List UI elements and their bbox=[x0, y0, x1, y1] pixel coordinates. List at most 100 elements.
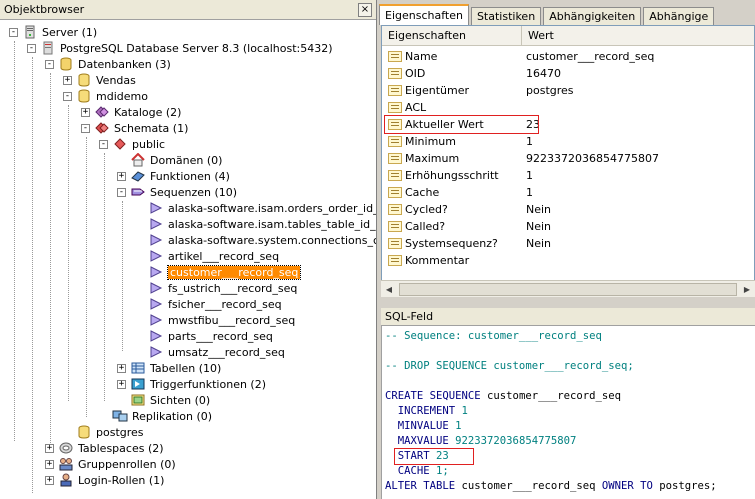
property-name: Kommentar bbox=[405, 254, 470, 267]
tree-node[interactable]: parts___record_seq bbox=[148, 328, 273, 344]
property-name-cell: Systemsequenz? bbox=[382, 237, 522, 250]
column-header-value[interactable]: Wert bbox=[522, 26, 753, 45]
tree-node[interactable]: + Funktionen (4) bbox=[117, 168, 230, 184]
start-highlight-box bbox=[394, 448, 474, 465]
tree-node[interactable]: artikel___record_seq bbox=[148, 248, 279, 264]
tree-node[interactable]: + Vendas bbox=[63, 72, 136, 88]
current-value-highlight-box bbox=[384, 115, 539, 134]
tree-node[interactable]: Domänen (0) bbox=[130, 152, 222, 168]
databases-icon bbox=[58, 57, 74, 71]
property-row[interactable]: Systemsequenz? Nein bbox=[382, 235, 754, 252]
tab-abhaengigkeiten[interactable]: Abhängigkeiten bbox=[543, 7, 642, 25]
object-tree[interactable]: - Server (1) - PostgreSQL Database Server 8… bbox=[0, 21, 376, 499]
tree-node[interactable]: + Gruppenrollen (0) bbox=[45, 456, 176, 472]
tree-node[interactable]: postgres bbox=[76, 424, 144, 440]
expand-icon[interactable]: + bbox=[117, 171, 126, 181]
object-browser-header: Objektbrowser × bbox=[0, 0, 376, 20]
tree-node[interactable]: + Kataloge (2) bbox=[81, 104, 181, 120]
tree-node[interactable]: - PostgreSQL Database Server 8.3 (localho… bbox=[27, 40, 333, 56]
property-name-cell: Cache bbox=[382, 186, 522, 199]
expand-icon[interactable]: + bbox=[63, 75, 72, 85]
sql-number: 1; bbox=[429, 465, 449, 477]
tree-node[interactable]: fs_ustrich___record_seq bbox=[148, 280, 297, 296]
expand-icon[interactable]: + bbox=[117, 363, 126, 373]
expand-icon[interactable]: + bbox=[45, 443, 54, 453]
tree-node-label: fsicher___record_seq bbox=[168, 297, 282, 311]
property-row[interactable]: OID 16470 bbox=[382, 65, 754, 82]
sql-keyword: OWNER TO bbox=[601, 480, 653, 492]
tree-node[interactable]: fsicher___record_seq bbox=[148, 296, 282, 312]
tree-node[interactable]: mwstfibu___record_seq bbox=[148, 312, 295, 328]
trigger-icon bbox=[130, 377, 146, 391]
column-header-name[interactable]: Eigenschaften bbox=[382, 26, 522, 45]
tree-node[interactable]: - Datenbanken (3) bbox=[45, 56, 171, 72]
property-row[interactable]: Minimum 1 bbox=[382, 133, 754, 150]
tree-node[interactable]: alaska-software.system.connections_conne… bbox=[148, 232, 376, 248]
sql-keyword: CREATE SEQUENCE bbox=[385, 390, 481, 402]
tree-node[interactable]: + Login-Rollen (1) bbox=[45, 472, 164, 488]
collapse-icon[interactable]: - bbox=[117, 187, 126, 197]
sequence-icon bbox=[148, 233, 164, 247]
collapse-icon[interactable]: - bbox=[99, 139, 108, 149]
tree-node[interactable]: - public bbox=[99, 136, 165, 152]
expand-icon[interactable]: + bbox=[81, 107, 90, 117]
tree-node[interactable]: umsatz___record_seq bbox=[148, 344, 285, 360]
tab-abhaengige[interactable]: Abhängige bbox=[643, 7, 715, 25]
tree-node-selected[interactable]: customer___record_seq bbox=[148, 264, 302, 280]
sql-editor[interactable]: -- Sequence: customer___record_seq -- DR… bbox=[381, 326, 755, 499]
property-icon bbox=[388, 136, 402, 147]
tree-node[interactable]: + Triggerfunktionen (2) bbox=[117, 376, 266, 392]
collapse-icon[interactable]: - bbox=[81, 123, 90, 133]
collapse-icon[interactable]: - bbox=[27, 43, 36, 53]
property-icon bbox=[388, 153, 402, 164]
property-row[interactable]: Erhöhungsschritt 1 bbox=[382, 167, 754, 184]
close-icon[interactable]: × bbox=[358, 2, 372, 17]
tree-node[interactable]: Replikation (0) bbox=[112, 408, 212, 424]
collapse-icon[interactable]: - bbox=[63, 91, 72, 101]
property-row[interactable]: Kommentar bbox=[382, 252, 754, 269]
tree-node[interactable]: alaska-software.isam.tables_table_id_seq bbox=[148, 216, 376, 232]
property-row[interactable]: Called? Nein bbox=[382, 218, 754, 235]
property-row[interactable]: Name customer___record_seq bbox=[382, 48, 754, 65]
tab-bar: Eigenschaften Statistiken Abhängigkeiten… bbox=[379, 3, 716, 25]
property-value: 1 bbox=[526, 186, 533, 199]
properties-list: Eigenschaften Wert Name customer___record… bbox=[381, 25, 755, 297]
sequence-icon bbox=[148, 297, 164, 311]
expand-icon[interactable]: + bbox=[45, 475, 54, 485]
collapse-icon[interactable]: - bbox=[45, 59, 54, 69]
property-value: 16470 bbox=[526, 67, 561, 80]
property-row[interactable]: Cache 1 bbox=[382, 184, 754, 201]
tree-node[interactable]: - mdidemo bbox=[63, 88, 148, 104]
expand-icon[interactable]: + bbox=[45, 459, 54, 469]
property-value: 1 bbox=[526, 169, 533, 182]
property-name-cell: Minimum bbox=[382, 135, 522, 148]
sql-cache-line: CACHE 1; bbox=[385, 464, 449, 479]
property-value: Nein bbox=[526, 203, 552, 216]
expand-icon[interactable]: + bbox=[117, 379, 126, 389]
tree-node[interactable]: - Schemata (1) bbox=[81, 120, 188, 136]
horizontal-scrollbar[interactable]: ◀ ▶ bbox=[381, 280, 755, 297]
collapse-icon[interactable]: - bbox=[9, 27, 18, 37]
property-row[interactable]: Cycled? Nein bbox=[382, 201, 754, 218]
tree-node[interactable]: Sichten (0) bbox=[130, 392, 210, 408]
tree-node[interactable]: - Server (1) bbox=[9, 24, 97, 40]
tab-statistiken[interactable]: Statistiken bbox=[470, 7, 542, 25]
tree-connector bbox=[68, 105, 69, 401]
tree-node[interactable]: - Sequenzen (10) bbox=[117, 184, 237, 200]
tab-eigenschaften[interactable]: Eigenschaften bbox=[379, 4, 469, 25]
tree-node[interactable]: + Tablespaces (2) bbox=[45, 440, 164, 456]
property-row[interactable]: ACL bbox=[382, 99, 754, 116]
property-row[interactable]: Eigentümer postgres bbox=[382, 82, 754, 99]
property-name-cell: Name bbox=[382, 50, 522, 63]
tree-node[interactable]: alaska-software.isam.orders_order_id_seq bbox=[148, 200, 376, 216]
scroll-thumb[interactable] bbox=[399, 282, 737, 296]
scroll-right-icon[interactable]: ▶ bbox=[739, 282, 755, 297]
sequence-icon bbox=[148, 201, 164, 215]
property-name: Cache bbox=[405, 186, 440, 199]
tree-node[interactable]: + Tabellen (10) bbox=[117, 360, 221, 376]
tree-node-label: Replikation (0) bbox=[132, 409, 213, 423]
property-row[interactable]: Maximum 9223372036854775807 bbox=[382, 150, 754, 167]
property-name: Eigentümer bbox=[405, 84, 470, 97]
scroll-left-icon[interactable]: ◀ bbox=[381, 282, 397, 297]
property-value: postgres bbox=[526, 84, 574, 97]
